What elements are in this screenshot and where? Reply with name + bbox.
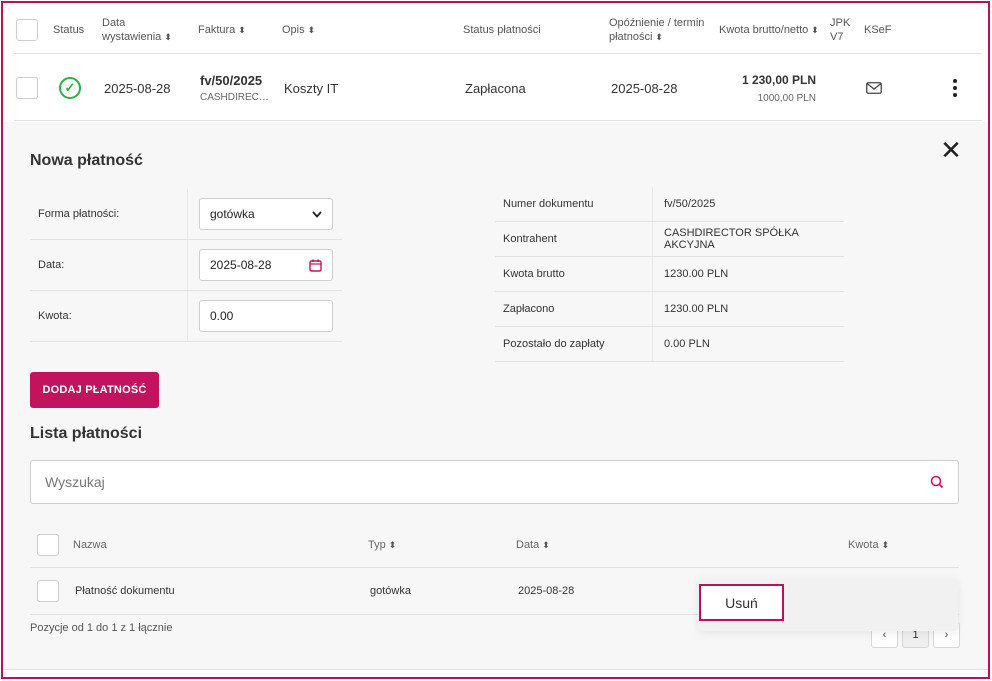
info-value: 1230.00 PLN [664, 303, 729, 315]
context-menu: Usuń [698, 579, 958, 631]
info-row-gross: Kwota brutto 1230.00 PLN [495, 257, 844, 292]
payment-amount-input[interactable]: 0.00 [199, 300, 333, 332]
due-date: 2025-08-28 [611, 80, 678, 96]
sort-icon: ⬍ [388, 539, 397, 550]
header-type[interactable]: Typ ⬍ [368, 522, 396, 568]
header-delay[interactable]: Opóźnienie / termin płatności ⬍ [609, 6, 704, 54]
form-row-date: Data: 2025-08-28 [30, 240, 342, 291]
sort-icon: ⬍ [307, 25, 316, 35]
close-icon[interactable]: ✕ [940, 137, 962, 163]
add-payment-button[interactable]: DODAJ PŁATNOŚĆ [30, 372, 159, 408]
info-value: 0.00 PLN [664, 338, 710, 350]
gross-amount: 1 230,00 PLN [741, 72, 816, 87]
new-payment-title: Nowa płatność [30, 152, 143, 169]
search-icon[interactable] [930, 475, 944, 489]
amount-cell: 1 230,00 PLN 1000,00 PLN [714, 55, 816, 121]
header-payment-status[interactable]: Status płatności [463, 6, 541, 54]
payment-panel: Nowa płatność ✕ Forma płatności: gotówka… [3, 122, 988, 670]
payments-select-all-checkbox[interactable] [37, 522, 59, 568]
payment-type: gotówka [370, 585, 411, 597]
amount-label: Kwota: [38, 310, 72, 322]
issue-date: 2025-08-28 [104, 80, 171, 96]
invoice-number[interactable]: fv/50/2025 [200, 73, 262, 88]
search-input[interactable] [45, 474, 905, 490]
net-amount: 1000,00 PLN [757, 92, 816, 104]
info-row-doc-number: Numer dokumentu fv/50/2025 [495, 187, 844, 222]
sort-icon: ⬍ [881, 539, 890, 550]
header-date[interactable]: Data ⬍ [516, 522, 550, 568]
calendar-icon[interactable] [309, 259, 322, 272]
description: Koszty IT [284, 80, 339, 96]
chevron-down-icon [312, 210, 322, 218]
sort-icon: ⬍ [655, 32, 663, 42]
info-value: 1230.00 PLN [664, 268, 729, 280]
form-row-method: Forma płatności: gotówka [30, 189, 342, 240]
payment-status: Zapłacona [465, 80, 526, 96]
info-row-remaining: Pozostało do zapłaty 0.00 PLN [495, 327, 844, 362]
date-label: Data: [38, 259, 65, 271]
header-description[interactable]: Opis ⬍ [282, 6, 315, 54]
sort-icon: ⬍ [811, 25, 819, 35]
form-row-amount: Kwota: 0.00 [30, 291, 342, 342]
row-checkbox[interactable] [37, 568, 59, 614]
info-key: Kwota brutto [503, 268, 565, 280]
mail-icon[interactable] [866, 55, 882, 121]
info-key: Zapłacono [503, 303, 555, 315]
invoice-table-header: Status Data wystawienia ⬍ Faktura ⬍ Opis ⬍ … [14, 6, 982, 54]
sort-icon: ⬍ [164, 32, 172, 42]
header-amount[interactable]: Kwota brutto/netto ⬍ [719, 6, 819, 54]
row-checkbox[interactable] [16, 55, 38, 121]
contractor-short: CASHDIREC… [200, 92, 269, 103]
header-ksef: KSeF [864, 24, 892, 36]
info-row-paid: Zapłacono 1230.00 PLN [495, 292, 844, 327]
info-value: CASHDIRECTOR SPÓŁKA AKCYJNA [664, 227, 799, 251]
header-issue-date[interactable]: Data wystawienia ⬍ [102, 6, 172, 54]
header-invoice[interactable]: Faktura ⬍ [198, 6, 246, 54]
invoice-row[interactable]: ✓ 2025-08-28 fv/50/2025 CASHDIREC… Koszt… [14, 55, 982, 121]
payments-table-header: Nazwa Typ ⬍ Data ⬍ Kwota ⬍ [30, 522, 959, 568]
status-paid-icon: ✓ [59, 55, 81, 121]
info-key: Pozostało do zapłaty [503, 338, 605, 350]
payment-date: 2025-08-28 [518, 585, 575, 597]
payments-list-title: Lista płatności [30, 425, 143, 442]
header-jpk: JPK V7 [830, 17, 851, 43]
delete-menu-item[interactable]: Usuń [699, 584, 784, 621]
pagination-info: Pozycje od 1 do 1 z 1 łącznie [30, 622, 173, 634]
header-name: Nazwa [73, 539, 107, 551]
payment-method-select[interactable]: gotówka [199, 198, 333, 230]
more-options-icon[interactable] [952, 55, 958, 121]
select-all-checkbox[interactable] [16, 6, 38, 54]
method-label: Forma płatności: [38, 208, 120, 220]
header-status[interactable]: Status [53, 6, 84, 54]
info-key: Kontrahent [503, 233, 557, 245]
sort-icon: ⬍ [238, 25, 246, 35]
payment-name: Płatność dokumentu [75, 585, 175, 597]
sort-icon: ⬍ [542, 539, 550, 550]
invoice-cell[interactable]: fv/50/2025 CASHDIREC… [200, 55, 269, 121]
header-amount[interactable]: Kwota ⬍ [848, 522, 889, 568]
info-value: fv/50/2025 [664, 198, 716, 210]
info-key: Numer dokumentu [503, 198, 594, 210]
search-field[interactable] [30, 460, 959, 504]
info-row-contractor: Kontrahent CASHDIRECTOR SPÓŁKA AKCYJNA [495, 222, 844, 257]
payment-date-input[interactable]: 2025-08-28 [199, 249, 333, 281]
